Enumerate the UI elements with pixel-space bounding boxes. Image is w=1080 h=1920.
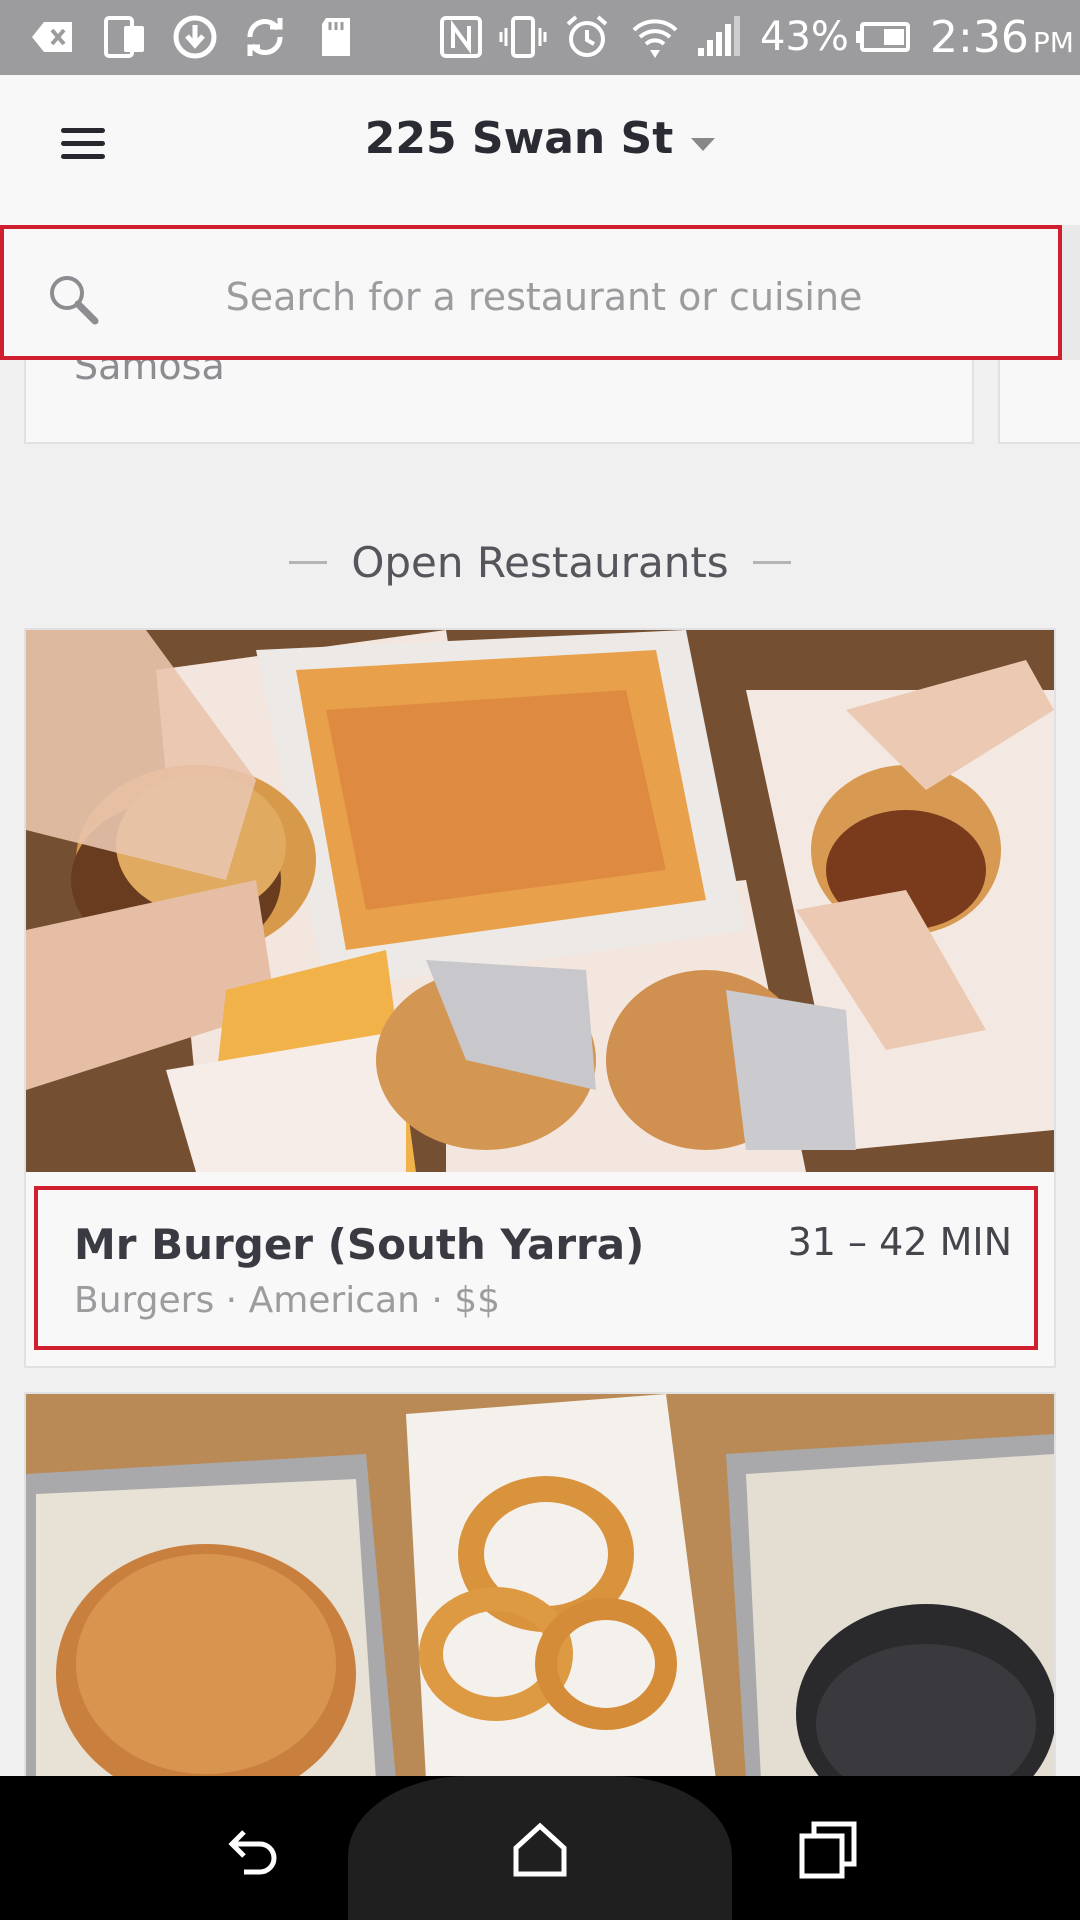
restaurant-card-mr-burger[interactable]: Mr Burger (South Yarra) 31 – 42 MIN Burg… (24, 628, 1056, 1368)
battery-percent: 43% (760, 14, 849, 60)
clock-time: 2:36 (930, 12, 1029, 63)
vibrate-icon (498, 12, 548, 62)
app-header: 225 Swan St (0, 75, 1080, 225)
download-icon (170, 12, 220, 62)
back-to-app-icon (28, 12, 78, 62)
battery-icon (854, 12, 912, 62)
phone-sim-icon (100, 12, 150, 62)
back-icon[interactable] (222, 1818, 286, 1882)
alarm-icon (562, 12, 612, 62)
burgers-and-onion-rings-photo[interactable] (26, 1394, 1054, 1780)
delivery-eta: 31 – 42 MIN (787, 1220, 1012, 1264)
status-bar: 43% 2:36 PM (0, 0, 1080, 75)
restaurant-info[interactable]: Mr Burger (South Yarra) 31 – 42 MIN Burg… (34, 1186, 1038, 1350)
cell-signal-icon (694, 12, 744, 62)
recents-icon[interactable] (796, 1818, 860, 1882)
search-placeholder: Search for a restaurant or cuisine (225, 275, 863, 319)
location-selector[interactable]: 225 Swan St (0, 113, 1080, 164)
wifi-icon (630, 12, 680, 62)
clock-ampm: PM (1032, 26, 1074, 59)
clock: 2:36 PM (930, 12, 1074, 63)
burgers-and-loaded-fries-photo[interactable] (26, 630, 1054, 1172)
divider (752, 561, 791, 564)
category-label: Samosa (74, 360, 225, 388)
section-title: Open Restaurants (351, 538, 729, 587)
nfc-icon (436, 12, 486, 62)
restaurant-name: Mr Burger (South Yarra) (74, 1220, 645, 1269)
category-card-next[interactable] (998, 360, 1080, 444)
home-icon[interactable] (508, 1818, 572, 1882)
divider (289, 561, 328, 564)
restaurant-tags: Burgers · American · $$ (74, 1280, 501, 1321)
search-input[interactable]: Search for a restaurant or cuisine (0, 225, 1062, 360)
sd-card-icon (312, 12, 362, 62)
system-nav-bar (0, 1776, 1080, 1920)
category-card-samosa[interactable]: Samosa (24, 360, 974, 444)
section-header-open-restaurants: Open Restaurants (0, 538, 1080, 587)
caret-down-icon (691, 138, 716, 151)
location-title: 225 Swan St (364, 113, 674, 164)
sync-icon (240, 12, 290, 62)
